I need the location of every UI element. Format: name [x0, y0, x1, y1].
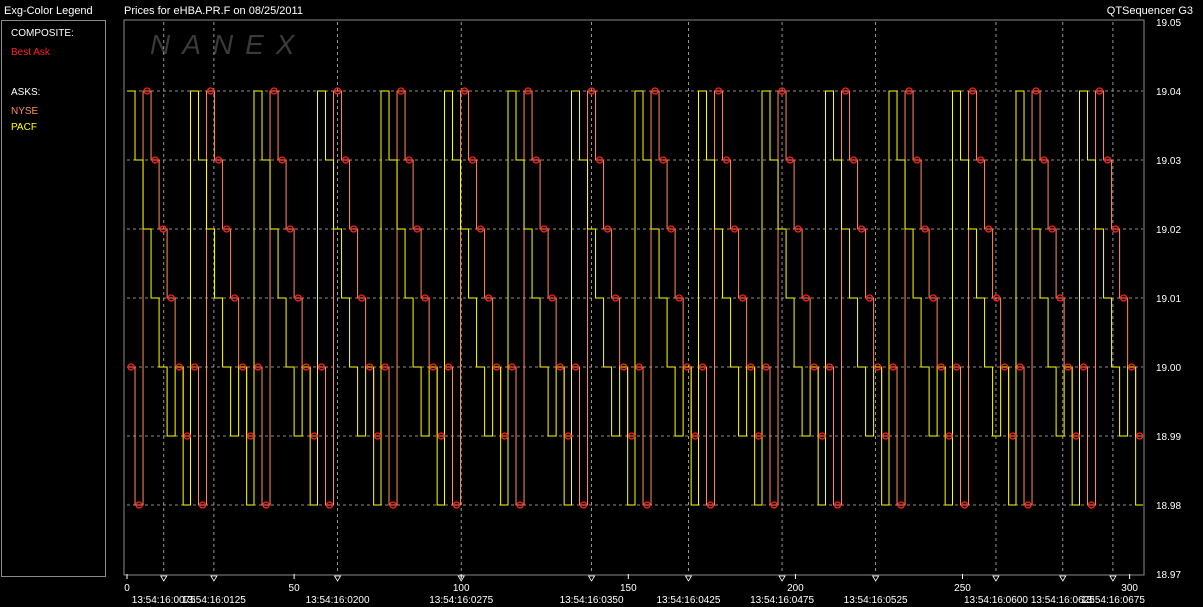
y-tick-label: 19.02: [1156, 225, 1181, 236]
time-label: 13:54:16:0350: [560, 595, 624, 606]
plot-frame: [123, 19, 1145, 576]
x-tick-label: 300: [1121, 583, 1138, 594]
time-marker: [778, 575, 786, 582]
y-tick-label: 19.00: [1156, 363, 1181, 374]
nanex-watermark: NANEX: [150, 29, 306, 60]
time-label: 13:54:16:0275: [429, 595, 493, 606]
price-chart[interactable]: NANEX 18.97 18.98 18.99 19.00 19.01 19.02 19.0…: [0, 0, 1203, 607]
time-marker: [1109, 575, 1117, 582]
series-pacf-line: [127, 90, 1143, 506]
y-tick-label: 19.05: [1156, 18, 1181, 29]
time-marker: [210, 575, 218, 582]
time-label: 13:54:16:0425: [656, 595, 720, 606]
time-marker: [1059, 575, 1067, 582]
x-tick-label: 200: [787, 583, 804, 594]
x-tick-label: 250: [954, 583, 971, 594]
time-marker: [587, 575, 596, 582]
time-marker: [992, 575, 1000, 582]
time-label: 13:54:16:0600: [964, 595, 1028, 606]
y-tick-label: 18.99: [1156, 432, 1181, 443]
x-tick-label: 50: [289, 583, 301, 594]
y-tick-label: 19.01: [1156, 294, 1181, 305]
time-label: 13:54:16:0475: [750, 595, 814, 606]
x-tick-label: 100: [453, 583, 470, 594]
x-tick-label: 0: [124, 583, 130, 594]
y-tick-label: 19.04: [1156, 87, 1181, 98]
time-marker: [684, 575, 693, 582]
y-tick-label: 18.98: [1156, 501, 1181, 512]
x-tick-label: 150: [620, 583, 637, 594]
time-label: 13:54:16:0200: [306, 595, 370, 606]
time-label: 13:54:16:0125: [182, 595, 246, 606]
time-marker: [333, 575, 342, 582]
time-marker: [871, 575, 880, 582]
y-tick-label: 19.03: [1156, 156, 1181, 167]
y-tick-label: 18.97: [1156, 570, 1181, 581]
time-label: 13:54:16:0675: [1081, 595, 1145, 606]
time-marker: [160, 575, 168, 582]
time-label: 13:54:16:0525: [844, 595, 908, 606]
